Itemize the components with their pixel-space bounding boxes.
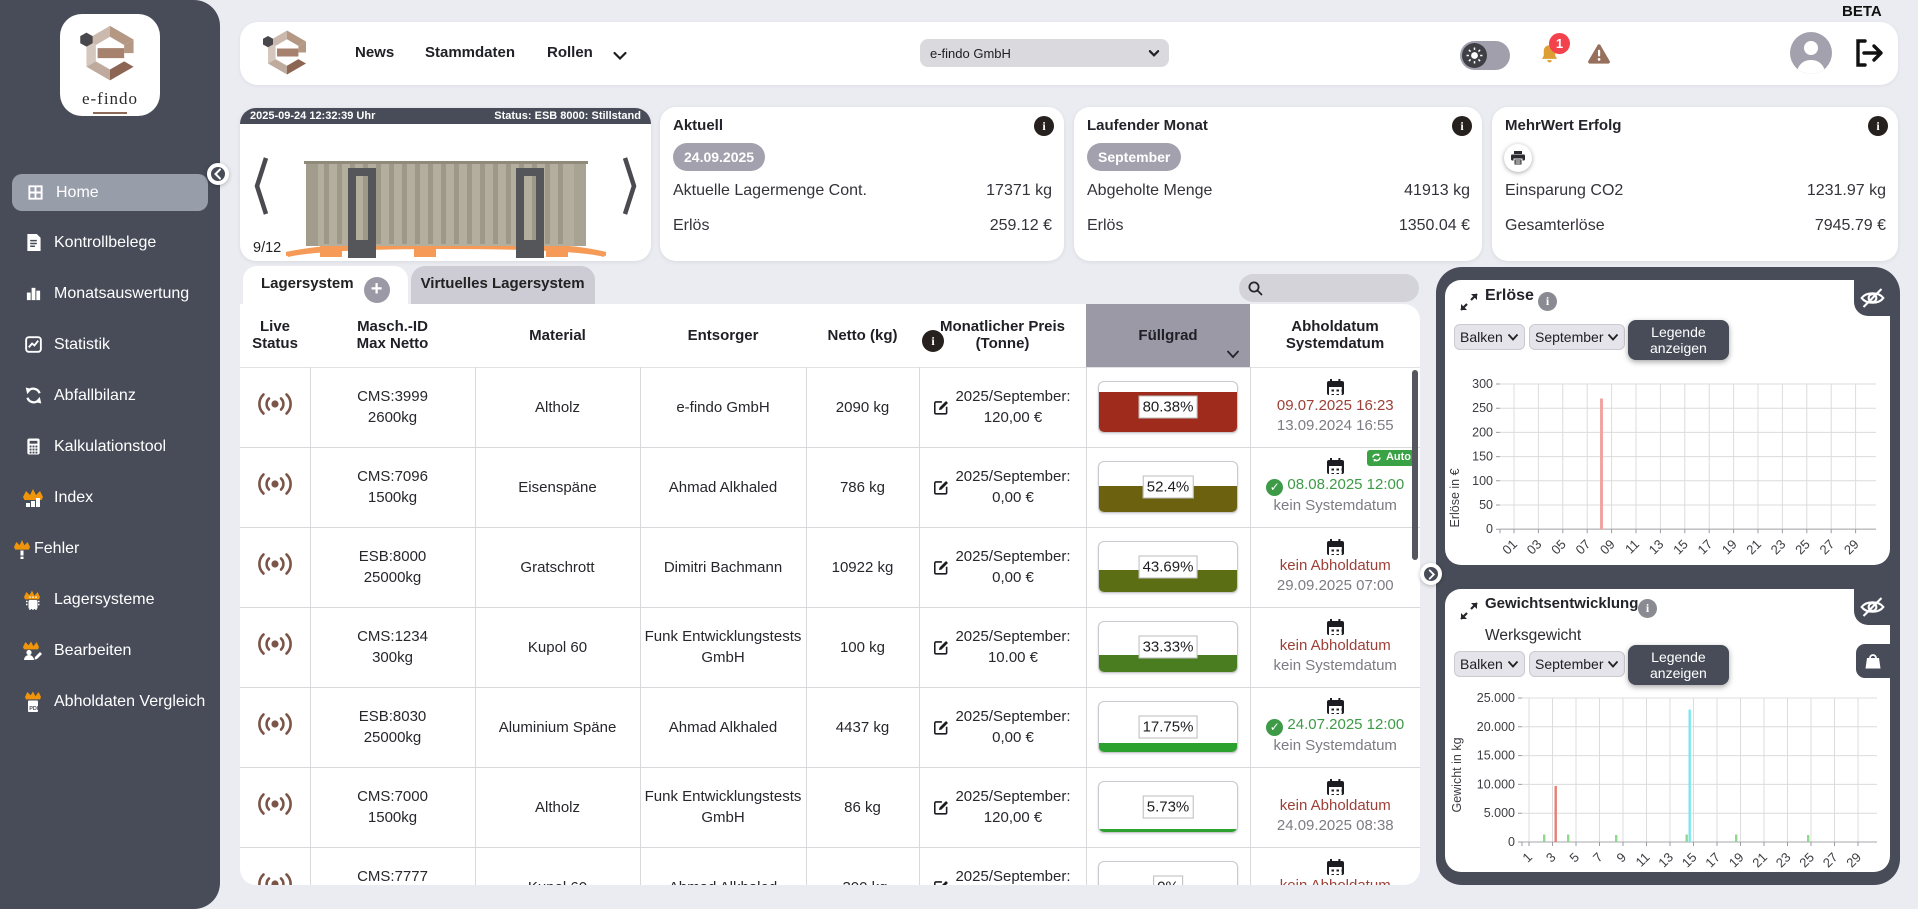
svg-text:11: 11 [1632,850,1652,870]
svg-text:0: 0 [1508,835,1515,849]
svg-text:3: 3 [1543,850,1559,866]
svg-text:25.000: 25.000 [1477,691,1515,705]
svg-text:0: 0 [1486,522,1493,536]
svg-text:13: 13 [1646,537,1667,558]
svg-text:29: 29 [1841,537,1862,558]
svg-text:7: 7 [1590,850,1606,866]
svg-text:PDF: PDF [29,706,41,712]
svg-text:19: 19 [1719,537,1740,558]
svg-text:21: 21 [1749,850,1770,871]
svg-text:15: 15 [1670,537,1691,558]
svg-text:Erlöse in €: Erlöse in € [1448,468,1462,527]
svg-text:25: 25 [1796,850,1817,871]
svg-text:50: 50 [1479,498,1493,512]
svg-text:09: 09 [1597,537,1618,558]
svg-text:15.000: 15.000 [1477,749,1515,763]
svg-text:21: 21 [1743,537,1764,558]
svg-text:100: 100 [1472,474,1493,488]
svg-text:Gewicht in kg: Gewicht in kg [1450,737,1464,812]
svg-text:150: 150 [1472,450,1493,464]
svg-text:1: 1 [1519,850,1535,866]
svg-text:200: 200 [1472,425,1493,439]
svg-text:9: 9 [1613,850,1629,866]
svg-text:17: 17 [1694,537,1715,558]
svg-text:300: 300 [1472,377,1493,391]
svg-text:05: 05 [1548,537,1569,558]
svg-text:11: 11 [1622,537,1642,557]
svg-text:19: 19 [1726,850,1747,871]
svg-text:25: 25 [1792,537,1813,558]
svg-text:27: 27 [1820,850,1841,871]
svg-text:07: 07 [1572,537,1593,558]
svg-text:20.000: 20.000 [1477,720,1515,734]
svg-text:29: 29 [1843,850,1864,871]
svg-text:17: 17 [1702,850,1723,871]
svg-text:23: 23 [1773,850,1794,871]
svg-text:5: 5 [1566,850,1582,866]
svg-text:5.000: 5.000 [1484,806,1515,820]
svg-text:01: 01 [1499,537,1520,558]
svg-text:250: 250 [1472,401,1493,415]
svg-text:13: 13 [1655,850,1676,871]
svg-text:10.000: 10.000 [1477,777,1515,791]
svg-text:03: 03 [1524,537,1545,558]
svg-text:27: 27 [1816,537,1837,558]
svg-text:23: 23 [1768,537,1789,558]
svg-text:15: 15 [1679,850,1700,871]
